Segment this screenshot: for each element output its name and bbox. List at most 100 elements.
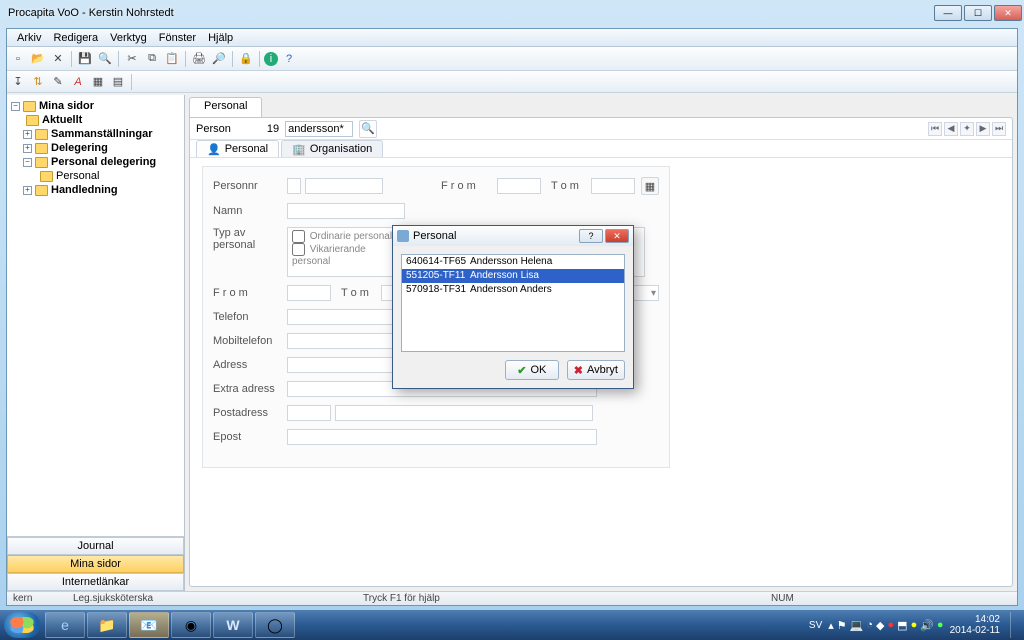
tray-icons[interactable]: ▴ ⚑ 💻 ◔ ◆ ● ⬒ ● 🔊 ● <box>828 619 943 632</box>
status-bar: kern Leg.sjuksköterska Tryck F1 för hjäl… <box>7 591 1017 605</box>
tree-handledning[interactable]: +Handledning <box>9 183 182 197</box>
search-bar: Person 19 🔍 ⏮ ◀ ✦ ▶ ⏭ <box>190 118 1012 140</box>
tray-clock[interactable]: 14:02 2014-02-11 <box>950 614 1000 636</box>
dialog-titlebar[interactable]: Personal ? ✕ <box>393 226 633 246</box>
chk-vikarierande[interactable] <box>292 243 305 256</box>
tree[interactable]: −Mina sidor Aktuellt +Sammanställningar … <box>7 95 184 536</box>
tree-personal-delegering[interactable]: −Personal delegering <box>9 155 182 169</box>
window-title: Procapita VoO - Kerstin Nohrstedt <box>0 7 932 19</box>
search-icon[interactable]: 🔍 <box>96 50 114 68</box>
menu-redigera[interactable]: Redigera <box>47 32 104 44</box>
tree-sammanst[interactable]: +Sammanställningar <box>9 127 182 141</box>
tray-c-icon[interactable]: ● <box>888 619 895 631</box>
dialog-list[interactable]: 640614-TF65Andersson Helena551205-TF11An… <box>401 254 625 352</box>
bottom-tab-journal[interactable]: Journal <box>7 537 184 555</box>
toolbar-secondary: ↧ ⇅ ✎ A ▦ ▤ <box>7 71 1017 93</box>
org-icon: 🏢 <box>292 143 306 156</box>
tool-e-icon[interactable]: ▦ <box>89 73 107 91</box>
open-icon[interactable]: 📂 <box>29 50 47 68</box>
field-from2[interactable] <box>287 285 331 301</box>
tray-flag-icon[interactable]: ⚑ <box>837 619 847 632</box>
paste-icon[interactable]: 📋 <box>163 50 181 68</box>
tool-f-icon[interactable]: ▤ <box>109 73 127 91</box>
dialog-ok-button[interactable]: ✔OK <box>505 360 559 380</box>
minimize-button[interactable]: — <box>934 5 962 21</box>
bottom-tab-internet[interactable]: Internetlänkar <box>7 573 184 591</box>
subtab-organisation[interactable]: 🏢Organisation <box>281 140 383 157</box>
start-button[interactable] <box>4 612 40 638</box>
search-input[interactable] <box>285 121 353 137</box>
page-last-icon[interactable]: ⏭ <box>992 122 1006 136</box>
chk-ordinarie[interactable] <box>292 230 305 243</box>
tray-d-icon[interactable]: ⬒ <box>897 619 907 632</box>
field-mobil[interactable] <box>287 333 403 349</box>
field-from[interactable] <box>497 178 541 194</box>
search-go-icon[interactable]: 🔍 <box>359 120 377 138</box>
tray-b-icon[interactable]: ◆ <box>876 619 884 632</box>
field-epost[interactable] <box>287 429 597 445</box>
print-icon[interactable]: 🖨 <box>190 50 208 68</box>
field-namn[interactable] <box>287 203 405 219</box>
tree-root[interactable]: −Mina sidor <box>9 99 182 113</box>
label-namn: Namn <box>213 205 287 217</box>
date-picker-icon[interactable]: ▦ <box>641 177 659 195</box>
tray-f-icon[interactable]: ● <box>937 619 944 631</box>
dialog-cancel-button[interactable]: ✖Avbryt <box>567 360 625 380</box>
lock-icon[interactable]: 🔒 <box>237 50 255 68</box>
field-post-a[interactable] <box>287 405 331 421</box>
label-from2: F r o m <box>213 287 287 299</box>
new-icon[interactable]: ▫ <box>9 50 27 68</box>
help-icon[interactable]: ? <box>280 50 298 68</box>
tool-b-icon[interactable]: ⇅ <box>29 73 47 91</box>
delete-icon[interactable]: ✕ <box>49 50 67 68</box>
info-icon[interactable]: i <box>264 52 278 66</box>
menu-arkiv[interactable]: Arkiv <box>11 32 47 44</box>
tree-aktuellt[interactable]: Aktuellt <box>9 113 182 127</box>
tray-a-icon[interactable]: ◔ <box>866 619 873 631</box>
tray-vol-icon[interactable]: 🔊 <box>920 619 934 632</box>
field-tom[interactable] <box>591 178 635 194</box>
tree-personal[interactable]: Personal <box>9 169 182 183</box>
cut-icon[interactable]: ✂ <box>123 50 141 68</box>
task-outlook[interactable]: 📧 <box>129 612 169 638</box>
save-icon[interactable]: 💾 <box>76 50 94 68</box>
task-app2[interactable]: ◯ <box>255 612 295 638</box>
tab-personal[interactable]: Personal <box>189 97 262 117</box>
page-add-icon[interactable]: ✦ <box>960 122 974 136</box>
field-personnr-b[interactable] <box>305 178 383 194</box>
subtab-personal[interactable]: 👤Personal <box>196 140 279 157</box>
task-app1[interactable]: ◉ <box>171 612 211 638</box>
preview-icon[interactable]: 🔎 <box>210 50 228 68</box>
menu-fonster[interactable]: Fönster <box>153 32 202 44</box>
dialog-help-button[interactable]: ? <box>579 229 603 243</box>
page-first-icon[interactable]: ⏮ <box>928 122 942 136</box>
tree-delegering[interactable]: +Delegering <box>9 141 182 155</box>
close-button[interactable]: ✕ <box>994 5 1022 21</box>
bottom-tab-mina[interactable]: Mina sidor <box>7 555 184 573</box>
tool-a-icon[interactable]: ↧ <box>9 73 27 91</box>
field-personnr-a[interactable] <box>287 178 301 194</box>
page-prev-icon[interactable]: ◀ <box>944 122 958 136</box>
copy-icon[interactable]: ⧉ <box>143 50 161 68</box>
field-post-b[interactable] <box>335 405 593 421</box>
maximize-button[interactable]: ☐ <box>964 5 992 21</box>
dialog-row[interactable]: 570918-TF31Andersson Anders <box>402 283 624 297</box>
menu-hjalp[interactable]: Hjälp <box>202 32 239 44</box>
menu-verktyg[interactable]: Verktyg <box>104 32 153 44</box>
show-desktop-button[interactable] <box>1010 612 1018 638</box>
tool-c-icon[interactable]: ✎ <box>49 73 67 91</box>
tool-d-icon[interactable]: A <box>69 73 87 91</box>
task-ie[interactable]: e <box>45 612 85 638</box>
tray-up-icon[interactable]: ▴ <box>828 619 834 632</box>
field-telefon[interactable] <box>287 309 403 325</box>
tray-net-icon[interactable]: 💻 <box>850 619 864 632</box>
dialog-row[interactable]: 640614-TF65Andersson Helena <box>402 255 624 269</box>
page-next-icon[interactable]: ▶ <box>976 122 990 136</box>
dialog-row[interactable]: 551205-TF11Andersson Lisa <box>402 269 624 283</box>
task-word[interactable]: W <box>213 612 253 638</box>
dialog-close-button[interactable]: ✕ <box>605 229 629 243</box>
label-extra: Extra adress <box>213 383 287 395</box>
tray-lang[interactable]: SV <box>809 620 822 631</box>
tray-e-icon[interactable]: ● <box>911 619 918 631</box>
task-explorer[interactable]: 📁 <box>87 612 127 638</box>
